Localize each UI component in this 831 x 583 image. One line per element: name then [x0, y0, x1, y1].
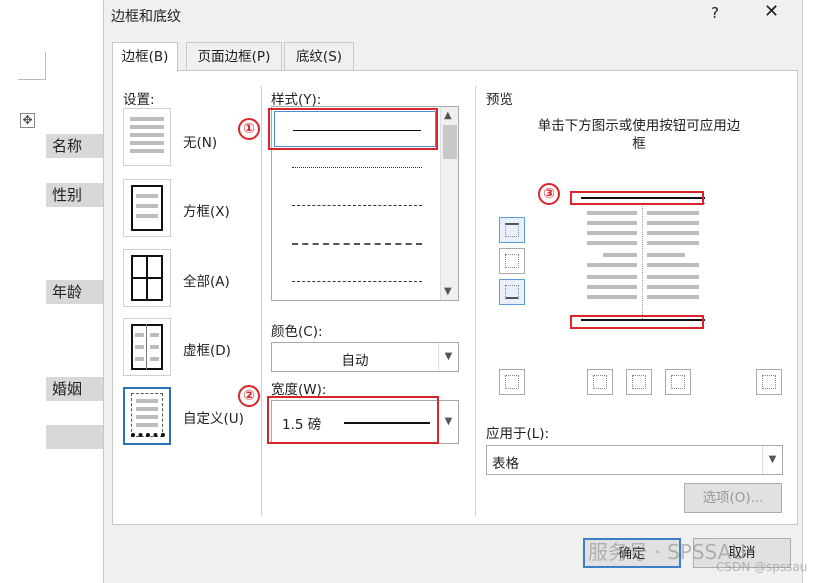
- tab-page-borders[interactable]: 页面边框(P): [186, 42, 282, 71]
- options-button[interactable]: 选项(O)...: [684, 483, 782, 513]
- style-dash-dot-line[interactable]: [274, 263, 436, 299]
- top-border-button[interactable]: [499, 217, 525, 243]
- style-dotted-line[interactable]: [274, 149, 436, 185]
- chevron-down-icon[interactable]: ▼: [762, 446, 782, 474]
- style-scrollbar[interactable]: ▲ ▼: [440, 107, 458, 300]
- setting-all-icon[interactable]: [123, 249, 171, 307]
- help-button[interactable]: ?: [711, 4, 719, 22]
- borders-panel: 设置: 无(N) 方框(X) 全部(A) 虚框(D) 自定义(U) 样式(Y):…: [112, 70, 798, 525]
- style-label: 样式(Y):: [271, 92, 322, 108]
- chevron-down-icon[interactable]: ▼: [438, 401, 458, 443]
- annotation-marker-2: ②: [238, 385, 260, 407]
- annotation-box-bottom-border: [570, 315, 704, 329]
- scroll-down-icon[interactable]: ▼: [444, 286, 452, 297]
- setting-none-label[interactable]: 无(N): [183, 131, 217, 151]
- watermark-sub: CSDN @spssau: [716, 560, 808, 574]
- inside-h-border-button[interactable]: [499, 248, 525, 274]
- setting-custom-icon[interactable]: [123, 387, 171, 445]
- setting-none-icon[interactable]: [123, 108, 171, 166]
- table-cell-age[interactable]: 年龄: [46, 280, 103, 304]
- diagonal-up-border-button[interactable]: [499, 369, 525, 395]
- tab-shading[interactable]: 底纹(S): [284, 42, 354, 71]
- setting-grid-icon[interactable]: [123, 318, 171, 376]
- close-button[interactable]: ✕: [764, 1, 779, 22]
- inside-horizontal-border-icon: [505, 254, 519, 268]
- inside-v-border-button[interactable]: [626, 369, 652, 395]
- setting-custom-label[interactable]: 自定义(U): [183, 407, 244, 427]
- annotation-marker-1: ①: [238, 118, 260, 140]
- color-value: 自动: [341, 353, 369, 369]
- diagonal-up-icon: [505, 375, 519, 389]
- apply-to-label: 应用于(L):: [486, 426, 550, 442]
- dialog-title: 边框和底纹: [111, 9, 181, 25]
- top-border-icon: [505, 223, 519, 237]
- scroll-thumb[interactable]: [443, 125, 457, 159]
- annotation-box-style: [268, 108, 438, 150]
- left-border-icon: [593, 375, 607, 389]
- preview-label: 预览: [486, 92, 513, 108]
- bottom-border-icon: [505, 285, 519, 299]
- annotation-box-top-border: [570, 191, 704, 205]
- color-label: 颜色(C):: [271, 324, 323, 340]
- color-dropdown[interactable]: 自动 ▼: [271, 342, 459, 372]
- inside-vertical-border-icon: [632, 375, 646, 389]
- setting-label: 设置:: [123, 92, 155, 108]
- setting-all-label[interactable]: 全部(A): [183, 270, 230, 290]
- setting-box-label[interactable]: 方框(X): [183, 200, 230, 220]
- apply-to-value: 表格: [492, 456, 519, 472]
- style-fine-dash-line[interactable]: [274, 187, 436, 223]
- scroll-up-icon[interactable]: ▲: [444, 110, 452, 121]
- document-area: ✥ 名称 性别 年龄 婚姻: [0, 0, 103, 583]
- annotation-marker-3: ③: [538, 183, 560, 205]
- style-dash-line[interactable]: [274, 225, 436, 261]
- diagonal-down-border-button[interactable]: [756, 369, 782, 395]
- borders-shading-dialog: 边框和底纹 ? ✕ 边框(B) 页面边框(P) 底纹(S) 设置: 无(N) 方…: [103, 0, 803, 583]
- apply-to-dropdown[interactable]: 表格 ▼: [486, 445, 783, 475]
- setting-grid-label[interactable]: 虚框(D): [183, 339, 231, 359]
- annotation-box-width: [267, 396, 439, 444]
- page-corner-mark: [18, 52, 46, 80]
- preview-area[interactable]: [573, 189, 713, 335]
- bottom-border-button[interactable]: [499, 279, 525, 305]
- right-border-icon: [671, 375, 685, 389]
- diagonal-down-icon: [762, 375, 776, 389]
- table-cell-empty[interactable]: [46, 425, 103, 449]
- tab-borders[interactable]: 边框(B): [112, 42, 178, 72]
- table-cell-name[interactable]: 名称: [46, 134, 103, 158]
- right-border-button[interactable]: [665, 369, 691, 395]
- preview-hint: 单击下方图示或使用按钮可应用边框: [537, 118, 741, 152]
- setting-box-icon[interactable]: [123, 179, 171, 237]
- chevron-down-icon[interactable]: ▼: [438, 343, 458, 371]
- table-cell-marriage[interactable]: 婚姻: [46, 377, 103, 401]
- dialog-titlebar: 边框和底纹 ? ✕: [104, 0, 804, 30]
- table-move-handle-icon[interactable]: ✥: [20, 113, 35, 128]
- left-border-button[interactable]: [587, 369, 613, 395]
- width-label: 宽度(W):: [271, 382, 327, 398]
- table-cell-gender[interactable]: 性别: [46, 183, 103, 207]
